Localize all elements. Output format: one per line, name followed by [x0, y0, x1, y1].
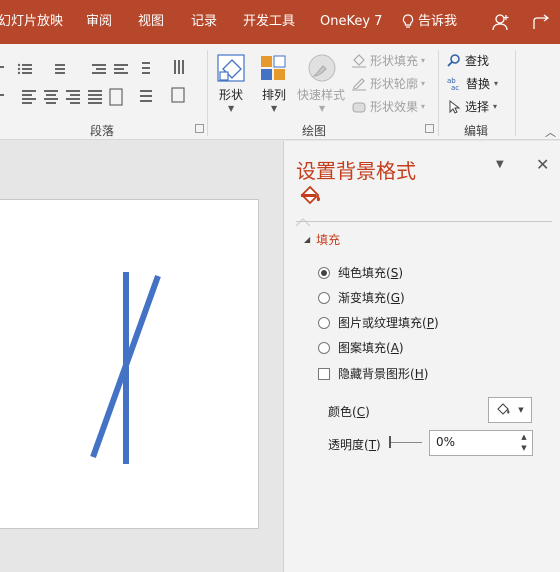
hide-background-graphics-option[interactable]: 隐藏背景图形(H) — [318, 365, 428, 382]
color-label-text: 颜色 — [328, 405, 353, 419]
shape-effects-button[interactable]: 形状效果 ▾ — [351, 98, 425, 115]
format-background-pane: 设置背景格式 ▼ ✕ ◢ 填充 纯色填充(S) 渐变填充(G) 图片或纹理填充(… — [283, 141, 560, 572]
quick-styles-icon — [305, 52, 339, 90]
svg-text:ac: ac — [451, 84, 459, 91]
ribbon-tab-bar: 幻灯片放映 审阅 视图 记录 开发工具 OneKey 7 告诉我 — [0, 0, 560, 44]
radio-pattern-fill[interactable] — [318, 341, 330, 354]
slide-editing-area — [0, 141, 282, 572]
paragraph-launcher[interactable] — [195, 124, 204, 133]
select-button[interactable]: 选择 ▾ — [447, 98, 497, 115]
effects-icon — [352, 102, 366, 112]
select-label: 选择 — [465, 100, 490, 114]
chevron-down-icon: ▼ — [228, 104, 235, 113]
access-key: P — [426, 315, 434, 330]
fill-section-label: 填充 — [316, 233, 341, 247]
picture-fill-option[interactable]: 图片或纹理填充(P) — [318, 314, 439, 331]
drawing-launcher[interactable] — [425, 124, 434, 133]
slide[interactable] — [0, 199, 259, 529]
color-label: 颜色(C) — [328, 405, 370, 419]
access-key: H — [414, 366, 424, 381]
hide-bg-checkbox[interactable] — [318, 367, 330, 380]
arrange-icon — [259, 54, 289, 88]
search-icon — [447, 53, 460, 67]
paragraph-group-label: 段落 — [90, 124, 115, 138]
group-divider — [438, 50, 439, 136]
pane-options-icon[interactable]: ▼ — [496, 159, 504, 170]
shapes-icon — [215, 52, 249, 88]
powerpoint-window: 幻灯片放映 审阅 视图 记录 开发工具 OneKey 7 告诉我 段落 形状 ▼… — [0, 0, 560, 572]
option-label: 图片或纹理填充 — [338, 316, 423, 330]
transparency-slider-track[interactable] — [390, 442, 422, 443]
pen-icon — [352, 77, 366, 91]
shape-outline-button[interactable]: 形状轮廓 ▾ — [351, 75, 425, 92]
paint-bucket-icon — [497, 403, 510, 415]
tab-view[interactable]: 视图 — [138, 0, 164, 44]
tab-developer[interactable]: 开发工具 — [243, 0, 295, 44]
paint-bucket-icon — [352, 53, 366, 68]
shape-fill-label: 形状填充 — [370, 54, 419, 68]
option-label: 图案填充 — [338, 341, 387, 355]
transparency-value: 0% — [436, 435, 456, 449]
find-label: 查找 — [465, 54, 490, 68]
access-key: S — [390, 265, 399, 280]
collapse-ribbon-icon[interactable]: ︿ — [545, 124, 556, 140]
radio-gradient-fill[interactable] — [318, 291, 330, 304]
transparency-label-text: 透明度 — [328, 438, 365, 452]
collapse-triangle-icon: ◢ — [304, 235, 311, 244]
tab-record[interactable]: 记录 — [191, 0, 217, 44]
share-icon[interactable] — [530, 0, 554, 44]
color-picker-button[interactable]: ▼ — [488, 397, 532, 423]
shape-outline-label: 形状轮廓 — [370, 77, 419, 91]
radio-picture-fill[interactable] — [318, 316, 330, 329]
chevron-down-icon: ▼ — [518, 406, 524, 414]
shape-effects-label: 形状效果 — [370, 100, 419, 114]
lightbulb-icon — [400, 0, 416, 44]
cursor-icon — [449, 99, 461, 114]
group-divider — [207, 50, 208, 136]
group-divider — [515, 50, 516, 136]
fill-tab-icon[interactable] — [298, 185, 324, 211]
slide-shapes — [90, 272, 161, 464]
access-key: G — [390, 290, 401, 305]
shapes-button[interactable]: 形状 — [219, 86, 243, 103]
replace-icon: abac — [447, 77, 459, 91]
solid-fill-option[interactable]: 纯色填充(S) — [318, 264, 403, 281]
replace-label: 替换 — [466, 77, 491, 91]
tab-review[interactable]: 审阅 — [86, 0, 112, 44]
access-key: T — [368, 438, 377, 452]
option-label: 纯色填充 — [338, 266, 387, 280]
transparency-slider-thumb[interactable] — [389, 436, 391, 448]
option-label: 隐藏背景图形 — [338, 367, 411, 381]
user-icon[interactable] — [490, 0, 512, 44]
replace-button[interactable]: ab ac 替换 ▾ — [447, 75, 498, 92]
drawing-group-label: 绘图 — [302, 124, 327, 138]
tab-onekey[interactable]: OneKey 7 — [320, 0, 382, 44]
gradient-fill-option[interactable]: 渐变填充(G) — [318, 289, 405, 306]
pattern-fill-option[interactable]: 图案填充(A) — [318, 339, 404, 356]
close-icon[interactable]: ✕ — [536, 155, 549, 174]
access-key: A — [390, 340, 399, 355]
chevron-down-icon: ▼ — [319, 104, 326, 113]
find-button[interactable]: 查找 — [447, 52, 489, 69]
option-label: 渐变填充 — [338, 291, 387, 305]
paragraph-controls — [0, 56, 200, 120]
radio-solid-fill[interactable] — [318, 266, 330, 279]
tell-me-search[interactable]: 告诉我 — [418, 0, 457, 44]
fill-section-header[interactable]: ◢ 填充 — [304, 231, 340, 248]
tab-slideshow[interactable]: 幻灯片放映 — [0, 0, 63, 44]
ribbon: 段落 形状 ▼ 排列 ▼ 快速样式 ▼ 形状填充 ▾ 形状轮廓 ▾ 形状效果 ▾… — [0, 44, 560, 140]
chevron-down-icon: ▼ — [271, 104, 278, 113]
quick-styles-button[interactable]: 快速样式 — [297, 86, 345, 103]
tab-pointer — [295, 211, 311, 227]
transparency-input[interactable]: 0% ▲ ▼ — [429, 430, 533, 456]
editing-group-label: 编辑 — [464, 124, 489, 138]
transparency-label: 透明度(T) — [328, 438, 381, 452]
spin-arrows[interactable]: ▲ ▼ — [518, 432, 530, 454]
pane-title: 设置背景格式 — [296, 159, 416, 183]
shape-fill-button[interactable]: 形状填充 ▾ — [351, 52, 425, 69]
arrange-button[interactable]: 排列 — [262, 86, 286, 103]
access-key: C — [356, 405, 366, 419]
pane-divider — [296, 221, 552, 222]
